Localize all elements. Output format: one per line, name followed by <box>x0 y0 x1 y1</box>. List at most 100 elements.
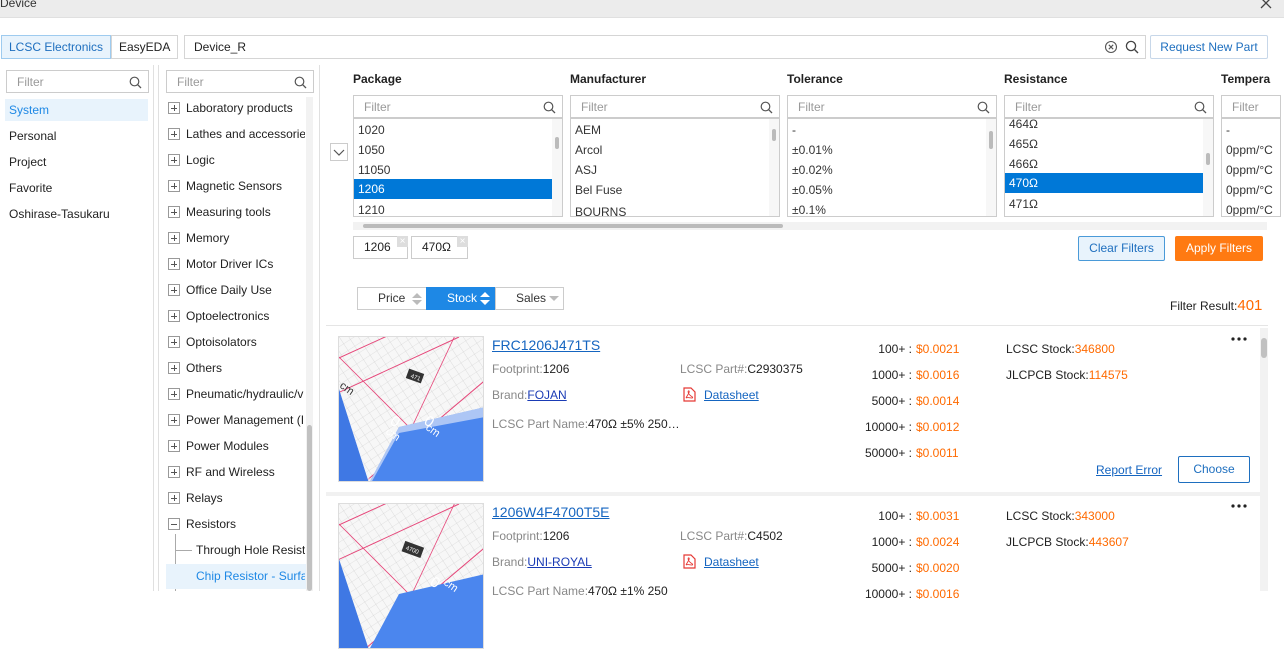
expand-icon[interactable] <box>168 388 180 400</box>
expand-icon[interactable] <box>168 414 180 426</box>
list-item[interactable]: ±0.01% <box>792 140 833 160</box>
library-item-oshirase[interactable]: Oshirase-Tasukaru <box>9 203 110 225</box>
filter-scroll-thumb[interactable] <box>363 224 783 228</box>
category-item[interactable]: Magnetic Sensors <box>168 176 305 196</box>
filter-chip[interactable]: 1206 × <box>353 236 408 259</box>
category-item[interactable]: Office Daily Use <box>168 280 305 300</box>
category-item[interactable]: Others <box>168 358 305 378</box>
list-item[interactable]: BOURNS <box>575 200 626 216</box>
library-item-project[interactable]: Project <box>9 151 46 173</box>
category-item[interactable]: Power Modules <box>168 436 305 456</box>
category-subitem-through-hole[interactable]: Through Hole Resist <box>196 540 305 560</box>
list-item-selected[interactable]: 1206 <box>354 179 552 199</box>
list-item[interactable]: ±0.02% <box>792 160 833 180</box>
search-icon[interactable] <box>1125 40 1139 54</box>
list-item[interactable]: - <box>1226 120 1230 140</box>
expand-icon[interactable] <box>168 206 180 218</box>
category-item[interactable]: Optoelectronics <box>168 306 305 326</box>
category-item[interactable]: Measuring tools <box>168 202 305 222</box>
sort-sales-button[interactable]: Sales <box>495 287 564 310</box>
expand-icon[interactable] <box>168 102 180 114</box>
category-item[interactable]: Optoisolators <box>168 332 305 352</box>
list-item[interactable]: 11050 <box>358 160 390 180</box>
more-options-icon[interactable] <box>1231 503 1247 509</box>
category-item[interactable]: Laboratory products <box>168 98 305 118</box>
list-scrollbar[interactable] <box>1260 328 1268 591</box>
list-item[interactable]: ±0.1% <box>792 200 826 216</box>
product-name-link[interactable]: 1206W4F4700T5E <box>492 504 610 520</box>
manufacturer-filter-input[interactable]: Filter <box>570 95 780 118</box>
expand-icon[interactable] <box>168 232 180 244</box>
list-item[interactable]: AEM <box>575 120 601 140</box>
temperature-filter-input[interactable]: Filter <box>1221 95 1281 118</box>
apply-filters-button[interactable]: Apply Filters <box>1175 236 1263 261</box>
remove-chip-icon[interactable]: × <box>457 236 468 247</box>
scrollbar[interactable] <box>986 119 996 216</box>
library-item-system[interactable]: System <box>5 99 148 121</box>
list-item[interactable]: 464Ω <box>1009 119 1038 134</box>
category-item[interactable]: Pneumatic/hydraulic/v <box>168 384 305 404</box>
package-filter-input[interactable]: Filter <box>353 95 563 118</box>
list-item[interactable]: Bel Fuse <box>575 180 622 200</box>
list-item[interactable]: 1210 <box>358 200 385 216</box>
clear-filters-button[interactable]: Clear Filters <box>1078 236 1165 261</box>
list-item[interactable]: Arcol <box>575 140 602 160</box>
tolerance-list[interactable]: - ±0.01% ±0.02% ±0.05% ±0.1% <box>787 118 997 217</box>
manufacturer-list[interactable]: AEM Arcol ASJ Bel Fuse BOURNS <box>570 118 780 217</box>
expand-icon[interactable] <box>168 336 180 348</box>
category-scroll-thumb[interactable] <box>307 425 312 591</box>
list-item[interactable]: ASJ <box>575 160 597 180</box>
datasheet-link[interactable]: Datasheet <box>704 388 759 402</box>
remove-chip-icon[interactable]: × <box>397 236 408 247</box>
resistance-list[interactable]: 464Ω 465Ω 466Ω 470Ω 471Ω <box>1004 118 1214 217</box>
resistance-filter-input[interactable]: Filter <box>1004 95 1214 118</box>
list-item[interactable]: 0ppm/°C <box>1226 160 1273 180</box>
brand-link[interactable]: UNI-ROYAL <box>527 555 591 569</box>
category-item[interactable]: Relays <box>168 488 305 508</box>
request-new-part-button[interactable]: Request New Part <box>1150 35 1268 59</box>
close-icon[interactable] <box>1259 0 1275 12</box>
report-error-link[interactable]: Report Error <box>1096 463 1162 477</box>
choose-button[interactable]: Choose <box>1178 456 1250 483</box>
expand-icon[interactable] <box>168 180 180 192</box>
list-item[interactable]: 466Ω <box>1009 154 1038 174</box>
expand-icon[interactable] <box>168 284 180 296</box>
filter-chip[interactable]: 470Ω × <box>411 236 468 259</box>
expand-icon[interactable] <box>168 310 180 322</box>
library-item-personal[interactable]: Personal <box>9 125 56 147</box>
library-item-favorite[interactable]: Favorite <box>9 177 52 199</box>
list-scroll-thumb[interactable] <box>1261 338 1267 358</box>
list-item[interactable]: 1050 <box>358 140 385 160</box>
category-subitem-chip-resistor[interactable]: Chip Resistor - Surfa <box>196 566 305 586</box>
search-input[interactable]: Device_R <box>184 35 1146 59</box>
collapse-filters-button[interactable] <box>330 143 348 161</box>
category-filter-input[interactable]: Filter <box>166 70 314 93</box>
brand-link[interactable]: FOJAN <box>527 388 566 402</box>
list-item[interactable]: 0ppm/°C <box>1226 140 1273 160</box>
collapse-icon[interactable] <box>168 518 180 530</box>
scrollbar[interactable] <box>769 119 779 216</box>
list-item[interactable]: 1020 <box>358 120 385 140</box>
product-name-link[interactable]: FRC1206J471TS <box>492 337 600 353</box>
list-item[interactable]: ±0.05% <box>792 180 833 200</box>
expand-icon[interactable] <box>168 466 180 478</box>
scrollbar[interactable] <box>552 119 562 216</box>
package-list[interactable]: 1020 1050 11050 1206 1210 <box>353 118 563 217</box>
expand-icon[interactable] <box>168 492 180 504</box>
scrollbar[interactable] <box>1203 119 1213 216</box>
list-item[interactable]: 0ppm/°C <box>1226 200 1273 216</box>
list-item[interactable]: - <box>792 120 796 140</box>
expand-icon[interactable] <box>168 154 180 166</box>
list-item[interactable]: 465Ω <box>1009 134 1038 154</box>
expand-icon[interactable] <box>168 128 180 140</box>
tolerance-filter-input[interactable]: Filter <box>787 95 997 118</box>
category-item-resistors[interactable]: Resistors <box>168 514 305 534</box>
tab-easyeda[interactable]: EasyEDA <box>111 35 179 59</box>
tab-lcsc-electronics[interactable]: LCSC Electronics <box>1 35 112 59</box>
sort-price-button[interactable]: Price <box>357 287 427 310</box>
expand-icon[interactable] <box>168 362 180 374</box>
more-options-icon[interactable] <box>1231 336 1247 342</box>
expand-icon[interactable] <box>168 440 180 452</box>
temperature-list[interactable]: - 0ppm/°C 0ppm/°C 0ppm/°C 0ppm/°C <box>1221 118 1281 217</box>
list-item[interactable]: 471Ω <box>1009 194 1038 214</box>
